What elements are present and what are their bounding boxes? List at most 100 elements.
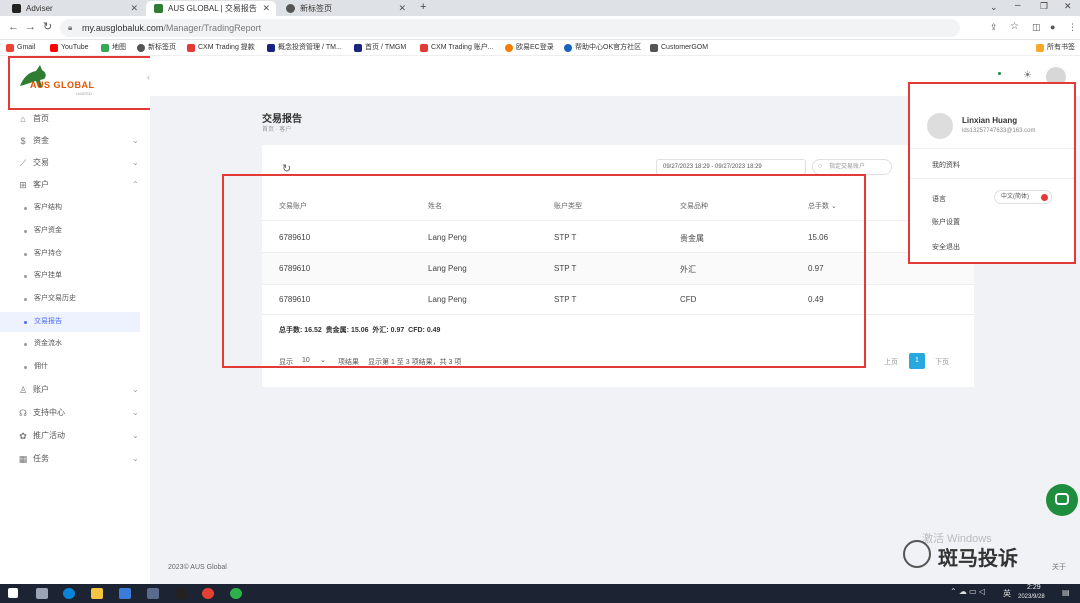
bookmarks-bar: Gmail YouTube 地图 新标签页 CXM Trading 提款 概念投… (0, 40, 1080, 56)
url-domain: my.ausglobaluk.com (82, 23, 164, 33)
account-settings-link[interactable]: 账户设置 (932, 217, 960, 227)
bookmark-maps[interactable]: 地图 (101, 42, 126, 54)
share-icon[interactable]: ⇪ (990, 20, 998, 34)
bookmark-gmail[interactable]: Gmail (6, 42, 35, 54)
minimize-button[interactable]: – (1015, 0, 1021, 11)
about-link[interactable]: 关于 (1052, 562, 1066, 572)
next-page-button[interactable]: 下页 (935, 357, 949, 367)
app-icon[interactable] (175, 588, 187, 599)
notification-icon[interactable]: ▤ (1062, 588, 1070, 597)
chevron-down-icon: ⌄ (132, 136, 139, 145)
bookmark-okx[interactable]: 欧易EC登录 (505, 42, 554, 54)
home-icon: ⌂ (20, 114, 26, 124)
logo-subtext: LIMITED (76, 91, 92, 96)
adviser-favicon-icon (12, 4, 21, 13)
tray-icons[interactable]: ⌃ ☁ ▭ ◁ (950, 587, 985, 596)
table-highlight-box (222, 174, 866, 368)
sidebar-sub-client-positions[interactable]: 客户持仓 (0, 244, 140, 264)
bookmark-help[interactable]: 帮助中心OK官方社区 (564, 42, 641, 54)
sidebar-item-funds[interactable]: $ 资金 ⌄ (0, 130, 150, 152)
bookmark-cxm-account[interactable]: CXM Trading 账户... (420, 42, 494, 54)
sidebar-sub-client-history[interactable]: 客户交易历史 (0, 289, 140, 309)
url-field[interactable]: 🔒︎ my.ausglobaluk.com/Manager/TradingRep… (60, 19, 960, 37)
bookmark-tmgm[interactable]: 首页 / TMGM (354, 42, 406, 54)
tab-new-tab[interactable]: 新标签页 ✕ (278, 1, 412, 16)
bookmark-tm[interactable]: 概念投资管理 / TM... (267, 42, 342, 54)
divider (910, 178, 1074, 179)
sidebar-sub-client-structure[interactable]: 客户结构 (0, 198, 140, 218)
sidebar-item-account[interactable]: ♙ 账户 ⌄ (0, 379, 150, 401)
language-select[interactable]: 中文(简体) (994, 190, 1052, 204)
explorer-icon[interactable] (91, 588, 103, 599)
edge-icon[interactable] (63, 588, 75, 599)
sidepanel-icon[interactable]: ◫ (1032, 20, 1041, 34)
back-icon[interactable]: ← (8, 20, 19, 34)
account-search-input[interactable]: ○ 指定交易账户 (812, 159, 892, 175)
bookmark-newtab[interactable]: 新标签页 (137, 42, 176, 54)
chrome-icon[interactable] (202, 588, 214, 599)
logout-link[interactable]: 安全退出 (932, 242, 960, 252)
gmail-icon (6, 44, 14, 52)
clock-date: 2023/9/28 (1018, 594, 1045, 600)
close-tab-icon[interactable]: ✕ (130, 1, 138, 16)
tmgm-icon (354, 44, 362, 52)
url-path: /Manager/TradingReport (163, 23, 262, 33)
calendar-icon: ▦ (18, 454, 28, 464)
tm-icon (267, 44, 275, 52)
profile-icon[interactable]: ● (1050, 20, 1055, 34)
clock-time: 2:29 (1027, 584, 1041, 591)
aus-favicon-icon (154, 4, 163, 13)
my-info-link[interactable]: 我的资料 (932, 160, 960, 170)
prev-page-button[interactable]: 上页 (884, 357, 898, 367)
reload-icon[interactable]: ↻ (43, 20, 52, 34)
page-1-button[interactable]: 1 (909, 353, 925, 369)
bookmark-customergom[interactable]: CustomerGOM (650, 42, 708, 54)
bookmark-star-icon[interactable]: ☆ (1010, 20, 1019, 34)
help-icon (564, 44, 572, 52)
sidebar-item-tasks[interactable]: ▦ 任务 ⌄ (0, 448, 150, 470)
close-window-button[interactable]: ✕ (1064, 1, 1072, 12)
wechat-icon[interactable] (230, 588, 242, 599)
sidebar-item-promotions[interactable]: ✿ 推广活动 ⌄ (0, 425, 150, 447)
close-tab-icon[interactable]: ✕ (262, 1, 270, 16)
sidebar-item-trading[interactable]: ⟋ 交易 ⌄ (0, 152, 150, 174)
close-tab-icon[interactable]: ✕ (398, 1, 406, 16)
bookmark-cxm-withdraw[interactable]: CXM Trading 提款 (187, 42, 255, 54)
gift-icon: ✿ (19, 431, 27, 441)
sidebar-item-home[interactable]: ⌂ 首页 (0, 108, 150, 130)
theme-sun-icon[interactable]: ☀ (1023, 70, 1032, 81)
dollar-icon: $ (20, 136, 26, 146)
chat-button[interactable] (1046, 484, 1078, 516)
sidebar-sub-trading-report[interactable]: 交易报告 (0, 312, 140, 332)
sidebar-item-clients[interactable]: ⊞ 客户 ⌃ (0, 174, 150, 196)
mail-icon[interactable] (119, 588, 131, 599)
bookmark-youtube[interactable]: YouTube (50, 42, 89, 54)
task-view-icon[interactable] (36, 588, 48, 599)
new-tab-button[interactable]: + (420, 1, 426, 13)
status-dot-icon (998, 72, 1001, 75)
sidebar-item-support[interactable]: ☊ 支持中心 ⌄ (0, 402, 150, 424)
chat-bubble-icon (1055, 493, 1069, 505)
sidebar-sub-client-orders[interactable]: 客户挂单 (0, 266, 140, 286)
sidebar-sub-commission[interactable]: 佣什 (0, 357, 140, 377)
menu-icon[interactable]: ⋮ (1068, 20, 1077, 34)
maps-icon (101, 44, 109, 52)
tab-search-icon[interactable]: ⌄ (990, 2, 998, 13)
store-icon[interactable] (147, 588, 159, 599)
breadcrumb: 首页 · 客户 (262, 127, 292, 133)
date-range-picker[interactable]: 09/27/2023 18:29 - 09/27/2023 18:29 (656, 159, 806, 175)
chevron-down-icon: ⌄ (132, 408, 139, 417)
tab-adviser[interactable]: Adviser ✕ (4, 1, 144, 16)
logo-text: AUS GLOBAL (30, 80, 95, 90)
sidebar-sub-client-funds[interactable]: 客户资金 (0, 221, 140, 241)
ime-indicator[interactable]: 英 (1003, 588, 1011, 599)
maximize-button[interactable]: ❐ (1040, 1, 1048, 12)
search-icon: ○ (818, 163, 823, 170)
tab-trading-report[interactable]: AUS GLOBAL | 交易报告 ✕ (146, 1, 276, 16)
forward-icon[interactable]: → (25, 20, 36, 34)
bookmark-all[interactable]: 所有书签 (1036, 42, 1075, 54)
page-title: 交易报告 (262, 114, 302, 125)
windows-start-icon[interactable] (8, 588, 18, 598)
chrome-icon (137, 44, 145, 52)
sidebar-sub-fund-flow[interactable]: 资金流水 (0, 334, 140, 354)
